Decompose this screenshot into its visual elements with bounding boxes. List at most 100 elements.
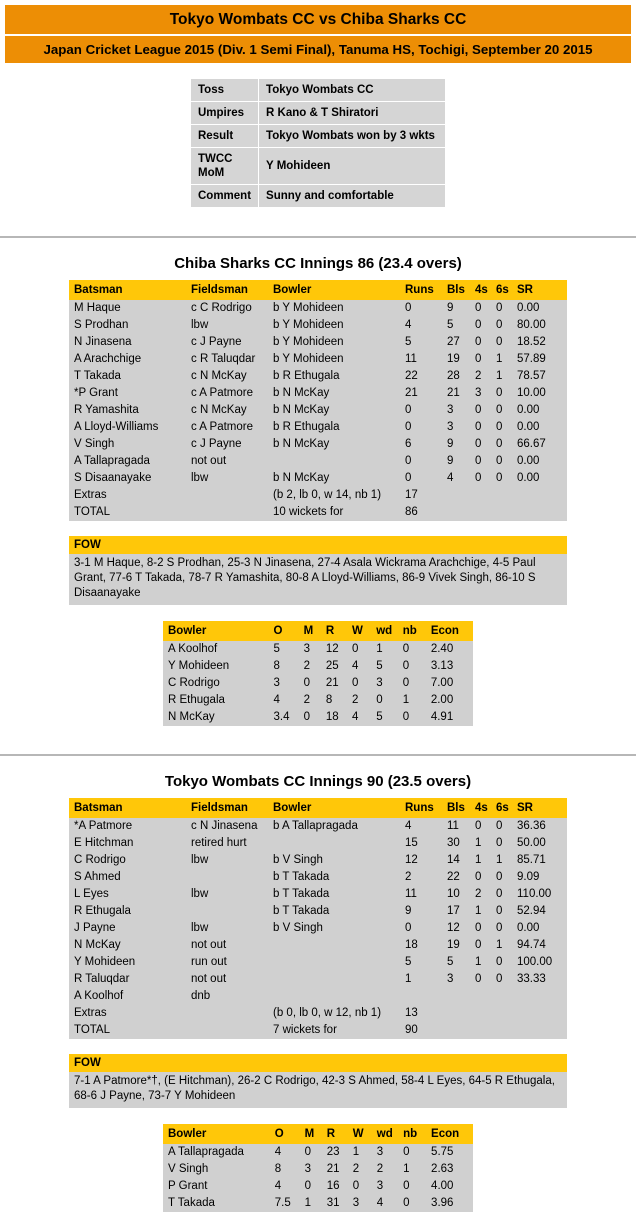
table-row: R Yamashita c N McKay b N McKay 0 3 0 0 0.00 xyxy=(69,402,567,419)
cell-batsman: V Singh xyxy=(74,438,115,450)
info-label-result: Result xyxy=(189,124,260,148)
cell-runs: 0 xyxy=(405,421,412,433)
cell-batsman: R Taluqdar xyxy=(74,973,130,985)
cell-balls: 17 xyxy=(447,905,460,917)
cell-batsman: J Payne xyxy=(74,922,116,934)
table-row: C Rodrigo 3 0 21 0 3 0 7.00 xyxy=(163,675,473,692)
cell-sixes xyxy=(496,988,517,1005)
cell-balls: 27 xyxy=(447,336,460,348)
cell-runs-conceded: 21 xyxy=(325,677,339,689)
fow-label-2: FOW xyxy=(69,1054,567,1072)
cell-bowler: (b 2, lb 0, w 14, nb 1) xyxy=(273,489,382,501)
cell-fours: 0 xyxy=(475,455,482,467)
cell-runs-conceded: 23 xyxy=(326,1146,340,1158)
cell-fieldsman xyxy=(191,869,273,886)
table-row: M Haque c C Rodrigo b Y Mohideen 0 9 0 0 0.00 xyxy=(69,300,567,317)
cell-runs: 86 xyxy=(405,506,418,518)
cell-noballs: 1 xyxy=(403,1163,410,1175)
col-noballs: nb xyxy=(402,621,431,641)
cell-wickets: 0 xyxy=(352,1180,360,1192)
col-strike-rate: SR xyxy=(517,280,567,300)
cell-wickets: 4 xyxy=(352,660,359,672)
cell-overs: 7.5 xyxy=(274,1197,291,1209)
cell-strike-rate: 50.00 xyxy=(517,837,546,849)
cell-batsman: S Ahmed xyxy=(74,871,121,883)
col-fieldsman: Fieldsman xyxy=(191,798,273,818)
cell-strike-rate: 78.57 xyxy=(517,370,546,382)
cell-bowler xyxy=(273,954,405,971)
cell-batsman: N McKay xyxy=(74,939,121,951)
cell-runs: 90 xyxy=(405,1024,418,1036)
table-row: Result Tokyo Wombats won by 3 wkts xyxy=(189,124,446,148)
cell-sixes: 0 xyxy=(496,973,503,985)
info-label-toss: Toss xyxy=(189,78,260,102)
cell-bowler-name: A Tallapragada xyxy=(168,1146,244,1158)
cell-balls: 9 xyxy=(447,455,454,467)
info-value-umpires: R Kano & T Shiratori xyxy=(258,101,446,125)
cell-batsman: L Eyes xyxy=(74,888,109,900)
info-label-comment: Comment xyxy=(189,184,260,208)
cell-fours: 0 xyxy=(475,404,482,416)
cell-bowler: b T Takada xyxy=(273,888,330,900)
cell-balls: 5 xyxy=(447,956,454,968)
table-row: A Koolhof 5 3 12 0 1 0 2.40 xyxy=(163,641,473,658)
cell-wickets: 4 xyxy=(352,711,359,723)
cell-bowler: b Y Mohideen xyxy=(273,319,344,331)
cell-bowler xyxy=(273,937,405,954)
cell-batsman: E Hitchman xyxy=(74,837,134,849)
cell-batsman: M Haque xyxy=(74,302,121,314)
page-subtitle: Japan Cricket League 2015 (Div. 1 Semi F… xyxy=(43,42,593,57)
cell-sixes: 1 xyxy=(496,370,503,382)
cell-bowler: b T Takada xyxy=(273,905,330,917)
cell-balls xyxy=(447,1005,475,1022)
cell-balls: 21 xyxy=(447,387,460,399)
batting-table-2: Batsman Fieldsman Bowler Runs Bls 4s 6s … xyxy=(69,798,567,1039)
cell-balls: 9 xyxy=(447,302,454,314)
cell-strike-rate: 0.00 xyxy=(517,404,540,416)
col-bowler: Bowler xyxy=(273,280,405,300)
cell-strike-rate: 57.89 xyxy=(517,353,546,365)
cell-bowler: b T Takada xyxy=(273,871,330,883)
cell-economy: 2.40 xyxy=(430,643,454,655)
cell-sixes: 0 xyxy=(496,319,503,331)
batting-head-1: Batsman Fieldsman Bowler Runs Bls 4s 6s … xyxy=(69,280,567,300)
batting-table-wrap-2: Batsman Fieldsman Bowler Runs Bls 4s 6s … xyxy=(0,798,636,1039)
cell-maidens: 3 xyxy=(304,1163,312,1175)
cell-maidens: 0 xyxy=(304,1146,312,1158)
cell-runs-conceded: 16 xyxy=(326,1180,340,1192)
match-info-body: Toss Tokyo Wombats CC Umpires R Kano & T… xyxy=(189,78,446,208)
innings-title-2: Tokyo Wombats CC Innings 90 (23.5 overs) xyxy=(164,773,472,790)
cell-runs: 21 xyxy=(405,387,418,399)
cell-bowler: 7 wickets for xyxy=(273,1024,337,1036)
cell-sixes: 0 xyxy=(496,871,503,883)
fow-block-1: FOW 3-1 M Haque, 8-2 S Prodhan, 25-3 N J… xyxy=(69,536,567,605)
table-row: N Jinasena c J Payne b Y Mohideen 5 27 0 0 18.5… xyxy=(69,334,567,351)
cell-fours xyxy=(475,1005,496,1022)
cell-fieldsman: not out xyxy=(191,455,227,467)
info-label-mom: TWCC MoM xyxy=(189,147,260,185)
col-batsman: Batsman xyxy=(69,280,191,300)
fow-block-2: FOW 7-1 A Patmore*†, (E Hitchman), 26-2 … xyxy=(69,1054,567,1108)
info-value-mom: Y Mohideen xyxy=(258,147,446,185)
cell-balls: 14 xyxy=(447,854,460,866)
cell-strike-rate xyxy=(517,487,567,504)
cell-strike-rate: 18.52 xyxy=(517,336,546,348)
cell-bowler: (b 0, lb 0, w 12, nb 1) xyxy=(273,1007,382,1019)
cell-runs: 4 xyxy=(405,820,412,832)
cell-batsman: R Yamashita xyxy=(74,404,139,416)
col-batsman: Batsman xyxy=(69,798,191,818)
cell-fours: 1 xyxy=(475,837,482,849)
cell-runs: 5 xyxy=(405,956,412,968)
cell-wides: 3 xyxy=(376,677,383,689)
table-row: Comment Sunny and comfortable xyxy=(189,184,446,208)
col-sixes: 6s xyxy=(496,798,517,818)
cell-fieldsman: not out xyxy=(191,939,227,951)
table-header-row: Batsman Fieldsman Bowler Runs Bls 4s 6s … xyxy=(69,280,567,300)
cell-bowler xyxy=(273,988,405,1005)
cell-strike-rate xyxy=(517,504,567,521)
table-header-row: Batsman Fieldsman Bowler Runs Bls 4s 6s … xyxy=(69,798,567,818)
info-label-umpires: Umpires xyxy=(189,101,260,125)
cell-sixes: 0 xyxy=(496,336,503,348)
col-economy: Econ xyxy=(430,621,473,641)
cell-batsman: S Prodhan xyxy=(74,319,129,331)
